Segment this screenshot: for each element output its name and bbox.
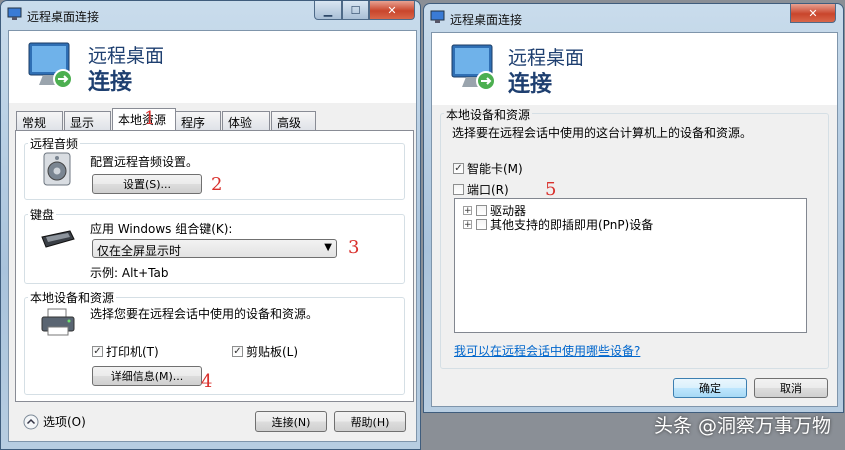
port-checkbox[interactable]: 端口(R): [453, 181, 509, 198]
smartcard-checkbox[interactable]: ✓ 智能卡(M): [453, 160, 523, 177]
checkbox-checked-icon: ✓: [232, 346, 243, 357]
dialog-title: 远程桌面连接: [450, 13, 523, 27]
checkbox-unchecked-icon: [453, 184, 464, 195]
help-devices-link[interactable]: 我可以在远程会话中使用哪些设备?: [454, 342, 640, 359]
watermark: 头条 @洞察万事万物: [653, 415, 831, 437]
keyboard-icon: [41, 230, 75, 248]
close-button[interactable]: ✕: [369, 1, 415, 20]
minimize-button[interactable]: ▁: [314, 1, 342, 20]
printer-icon: [41, 308, 75, 336]
banner-subtitle: 连接: [88, 70, 133, 95]
printer-label: 打印机(T): [106, 345, 159, 359]
details-button[interactable]: 详细信息(M)...: [92, 366, 202, 386]
select-value: 仅在全屏显示时: [97, 244, 182, 258]
checkbox-unchecked-icon[interactable]: [476, 205, 487, 216]
tab-display[interactable]: 显示: [64, 111, 111, 130]
rdp-monitor-icon: [28, 42, 73, 89]
close-icon: ✕: [808, 6, 818, 20]
dialog-close-button[interactable]: ✕: [790, 4, 836, 23]
annotation-1: 1: [144, 108, 156, 129]
clipboard-checkbox[interactable]: ✓ 剪贴板(L): [232, 343, 298, 360]
windows-key-combo-select[interactable]: 仅在全屏显示时 ▼: [92, 239, 337, 258]
options-toggle[interactable]: 选项(O): [23, 413, 86, 430]
dialog-banner: 远程桌面 连接: [432, 33, 837, 105]
banner: 远程桌面 连接: [9, 31, 416, 103]
window-title: 远程桌面连接: [27, 10, 100, 24]
keyboard-example: 示例: Alt+Tab: [90, 266, 169, 280]
main-window: 远程桌面连接 ▁ ☐ ✕ 远程桌面 连接 常规 显示 本地资源 程序 体验 高级…: [0, 0, 421, 450]
app-icon: [7, 7, 22, 20]
rdp-monitor-icon: [451, 44, 496, 91]
ok-button[interactable]: 确定: [673, 378, 747, 398]
tree-item-pnp-devices[interactable]: + 其他支持的即插即用(PnP)设备: [463, 216, 653, 233]
tree-item-label: 其他支持的即插即用(PnP)设备: [490, 218, 654, 232]
connect-button[interactable]: 连接(N): [255, 411, 327, 432]
app-icon: [430, 10, 445, 23]
tab-programs[interactable]: 程序: [175, 111, 221, 130]
device-tree: + 驱动器 + 其他支持的即插即用(PnP)设备: [454, 198, 807, 333]
checkbox-checked-icon: ✓: [453, 163, 464, 174]
audio-desc: 配置远程音频设置。: [90, 155, 199, 169]
checkbox-unchecked-icon[interactable]: [476, 219, 487, 230]
annotation-3: 3: [348, 237, 360, 258]
devices-desc: 选择您要在远程会话中使用的设备和资源。: [90, 307, 319, 321]
clipboard-label: 剪贴板(L): [246, 345, 299, 359]
help-button[interactable]: 帮助(H): [334, 411, 406, 432]
annotation-4: 4: [201, 371, 213, 392]
checkbox-checked-icon: ✓: [92, 346, 103, 357]
annotation-2: 2: [211, 174, 223, 195]
expand-tree-icon[interactable]: +: [463, 220, 472, 230]
audio-settings-button[interactable]: 设置(S)...: [92, 174, 202, 194]
audio-group-label: 远程音频: [28, 135, 81, 152]
expand-icon: [23, 414, 39, 429]
devices-dialog: 远程桌面连接 ✕ 远程桌面 连接 本地设备和资源 选择要在远程会话中使用的这台计…: [423, 3, 844, 413]
maximize-icon: ☐: [350, 3, 361, 17]
port-label: 端口(R): [467, 183, 509, 197]
expand-tree-icon[interactable]: +: [463, 206, 472, 216]
smartcard-label: 智能卡(M): [467, 162, 523, 176]
dialog-client: 远程桌面 连接 本地设备和资源 选择要在远程会话中使用的这台计算机上的设备和资源…: [431, 32, 838, 407]
tab-experience[interactable]: 体验: [222, 111, 270, 130]
dialog-desc: 选择要在远程会话中使用的这台计算机上的设备和资源。: [452, 126, 753, 140]
keyboard-group-label: 键盘: [28, 206, 57, 223]
annotation-5: 5: [545, 179, 557, 200]
maximize-button[interactable]: ☐: [342, 1, 369, 20]
speaker-icon: [43, 152, 71, 186]
printer-checkbox[interactable]: ✓ 打印机(T): [92, 343, 159, 360]
keyboard-desc: 应用 Windows 组合键(K):: [90, 222, 233, 236]
close-icon: ✕: [387, 3, 397, 17]
cancel-button[interactable]: 取消: [754, 378, 828, 398]
options-label: 选项(O): [43, 415, 86, 429]
dialog-banner-subtitle: 连接: [508, 72, 553, 97]
minimize-icon: ▁: [323, 3, 333, 17]
chevron-down-icon: ▼: [324, 242, 332, 253]
tab-advanced[interactable]: 高级: [271, 111, 316, 130]
dialog-group-label: 本地设备和资源: [444, 106, 533, 123]
tab-general[interactable]: 常规: [16, 111, 63, 130]
local-resources-panel: 远程音频 配置远程音频设置。 设置(S)... 键盘 应用 Windows 组合…: [15, 130, 414, 402]
devices-group-label: 本地设备和资源: [28, 289, 117, 306]
